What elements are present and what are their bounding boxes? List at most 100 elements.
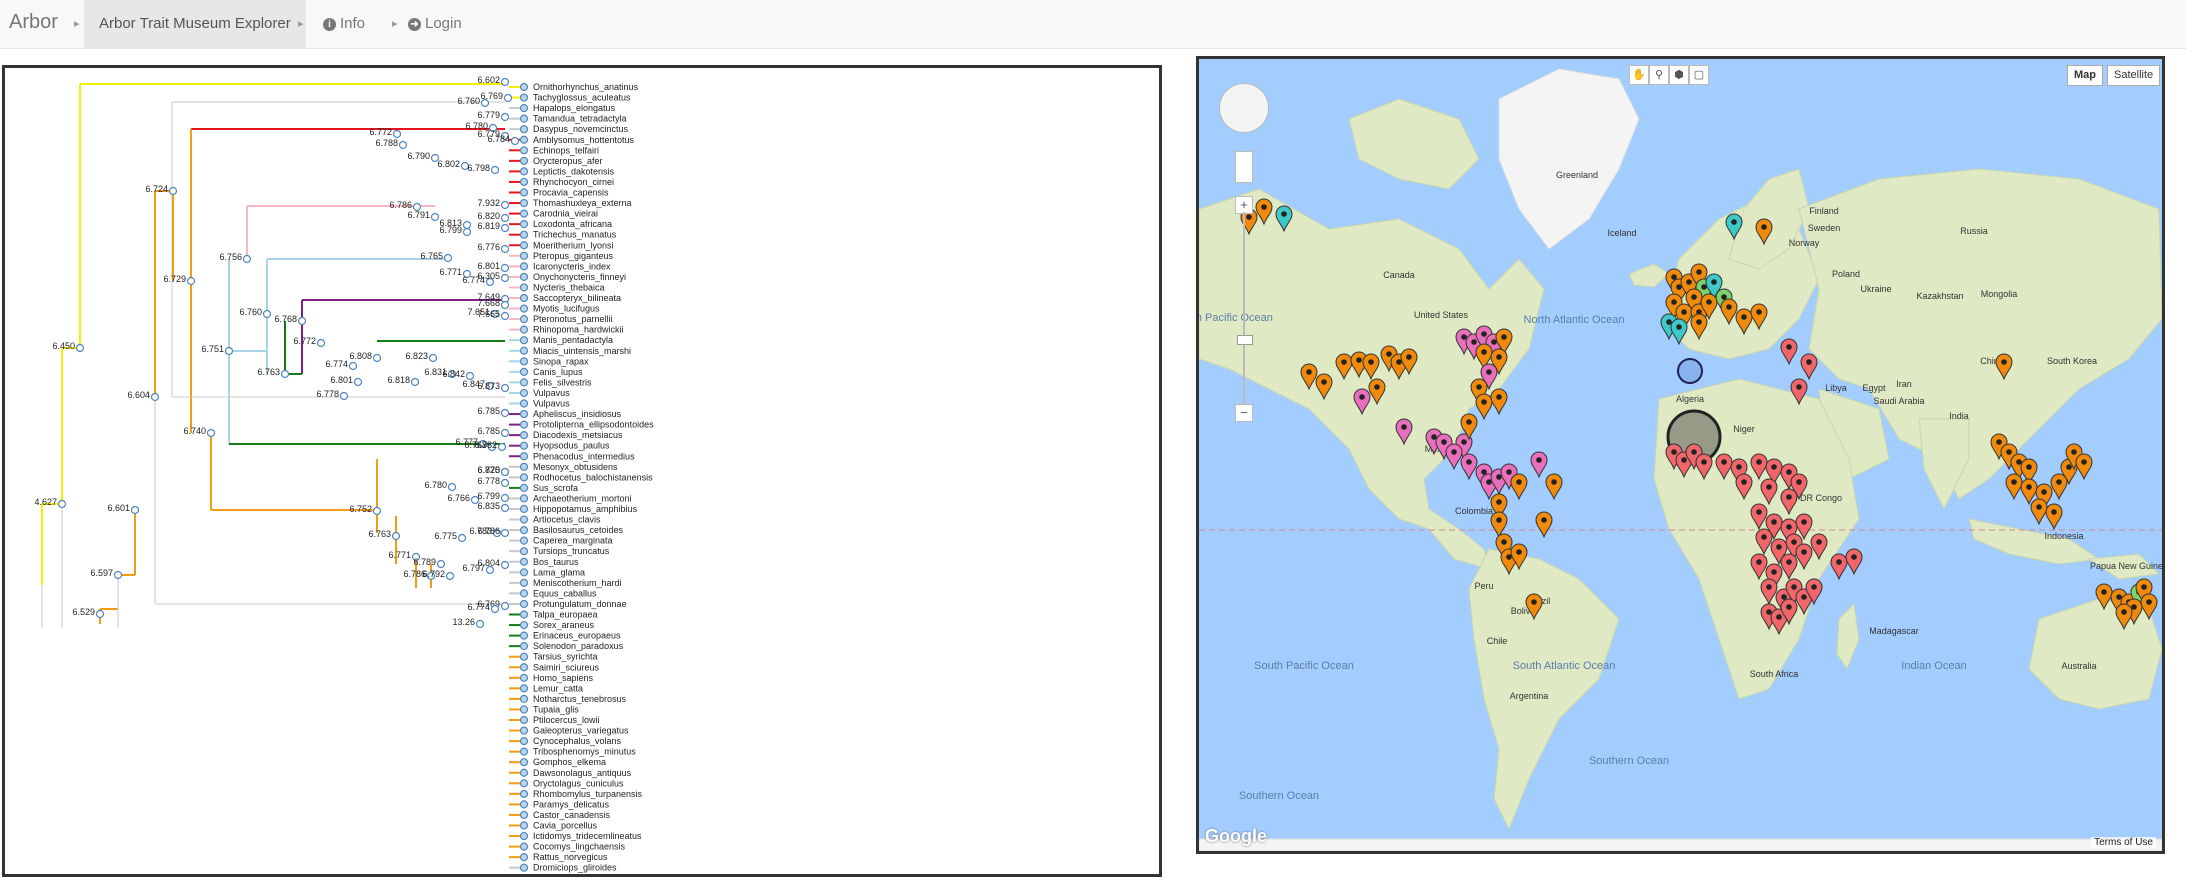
internal-node[interactable] (95, 609, 105, 619)
leaf-node[interactable] (519, 82, 529, 92)
internal-node[interactable] (168, 186, 178, 196)
leaf-node[interactable] (519, 652, 529, 661)
internal-node[interactable] (500, 601, 510, 611)
leaf-node[interactable] (519, 262, 529, 271)
internal-node[interactable] (436, 559, 446, 569)
internal-node[interactable] (297, 316, 307, 326)
leaf-node[interactable] (519, 694, 529, 704)
internal-node[interactable] (398, 140, 408, 150)
internal-node[interactable] (372, 506, 382, 516)
internal-node[interactable] (500, 223, 510, 233)
leaf-node[interactable] (519, 768, 529, 777)
leaf-node[interactable] (519, 758, 529, 767)
internal-node[interactable] (316, 338, 326, 348)
leaf-node[interactable] (519, 462, 529, 471)
map-marker-icon[interactable] (1780, 338, 1798, 366)
internal-node[interactable] (150, 392, 160, 402)
leaf-node[interactable] (519, 473, 529, 482)
internal-node[interactable] (428, 353, 438, 363)
map-marker-icon[interactable] (1445, 443, 1463, 471)
internal-node[interactable] (262, 309, 272, 319)
internal-node[interactable] (392, 129, 402, 139)
internal-node[interactable] (510, 136, 520, 146)
leaf-node[interactable] (519, 620, 529, 630)
polygon-icon[interactable]: ⬢ (1669, 65, 1689, 85)
internal-node[interactable] (490, 604, 500, 614)
leaf-node[interactable] (519, 452, 529, 461)
internal-node[interactable] (186, 276, 196, 286)
zoom-slider-handle[interactable] (1237, 335, 1253, 345)
map-marker-icon[interactable] (2075, 453, 2093, 481)
leaf-node[interactable] (519, 409, 529, 419)
internal-node[interactable] (348, 361, 358, 371)
internal-node[interactable] (457, 533, 467, 543)
internal-node[interactable] (57, 499, 67, 509)
internal-node[interactable] (430, 212, 440, 222)
internal-node[interactable] (500, 213, 510, 223)
leaf-node[interactable] (519, 146, 529, 155)
internal-node[interactable] (445, 571, 455, 581)
leaf-node[interactable] (519, 800, 529, 809)
internal-node[interactable] (490, 165, 500, 175)
leaf-node[interactable] (519, 251, 529, 260)
leaf-node[interactable] (519, 325, 529, 334)
internal-node[interactable] (480, 98, 490, 108)
leaf-node[interactable] (519, 673, 529, 682)
leaf-node[interactable] (519, 420, 529, 429)
internal-node[interactable] (500, 408, 510, 418)
internal-node[interactable] (500, 244, 510, 254)
internal-node[interactable] (500, 503, 510, 513)
leaf-node[interactable] (519, 684, 529, 693)
leaf-node[interactable] (519, 93, 529, 102)
brand-link[interactable]: Arbor (9, 11, 58, 34)
map-marker-icon[interactable] (1490, 388, 1508, 416)
street-view-pegman-icon[interactable] (1235, 151, 1253, 183)
leaf-node[interactable] (519, 642, 529, 651)
leaf-node[interactable] (519, 736, 529, 746)
internal-node[interactable] (500, 560, 510, 570)
map-marker-icon[interactable] (1535, 511, 1553, 539)
internal-node[interactable] (75, 343, 85, 353)
leaf-node[interactable] (519, 853, 529, 862)
leaf-node[interactable] (519, 399, 529, 408)
map-marker-icon[interactable] (2050, 473, 2068, 501)
map-marker-icon[interactable] (1510, 473, 1528, 501)
leaf-node[interactable] (519, 557, 529, 566)
zoom-out-button[interactable]: − (1235, 404, 1253, 422)
leaf-node[interactable] (519, 810, 529, 820)
leaf-node[interactable] (519, 125, 529, 134)
internal-node[interactable] (500, 528, 510, 538)
leaf-node[interactable] (519, 367, 529, 376)
internal-node[interactable] (500, 200, 510, 210)
leaf-node[interactable] (519, 610, 529, 619)
internal-node[interactable] (224, 346, 234, 356)
leaf-node[interactable] (519, 114, 529, 123)
nav-login[interactable]: ➜ Login (408, 0, 462, 48)
internal-node[interactable] (462, 227, 472, 237)
internal-node[interactable] (500, 112, 510, 122)
map-marker-icon[interactable] (1800, 353, 1818, 381)
leaf-node[interactable] (519, 315, 529, 324)
internal-node[interactable] (500, 311, 510, 321)
internal-node[interactable] (500, 383, 510, 393)
leaf-node[interactable] (519, 198, 529, 208)
leaf-node[interactable] (519, 842, 529, 851)
internal-node[interactable] (475, 619, 485, 629)
internal-node[interactable] (500, 263, 510, 273)
leaf-node[interactable] (519, 705, 529, 714)
leaf-node[interactable] (519, 293, 529, 303)
leaf-node[interactable] (519, 346, 529, 355)
leaf-node[interactable] (519, 599, 529, 609)
map-type-map-button[interactable]: Map (2067, 65, 2103, 86)
leaf-node[interactable] (519, 863, 529, 872)
internal-node[interactable] (497, 442, 507, 452)
selection-circle[interactable] (1677, 358, 1703, 384)
internal-node[interactable] (500, 300, 510, 310)
leaf-node[interactable] (519, 304, 529, 313)
internal-node[interactable] (500, 493, 510, 503)
leaf-node[interactable] (519, 747, 529, 756)
leaf-node[interactable] (519, 631, 529, 640)
pan-control[interactable] (1219, 83, 1269, 133)
zoom-slider[interactable] (1243, 212, 1245, 405)
leaf-node[interactable] (519, 504, 529, 514)
